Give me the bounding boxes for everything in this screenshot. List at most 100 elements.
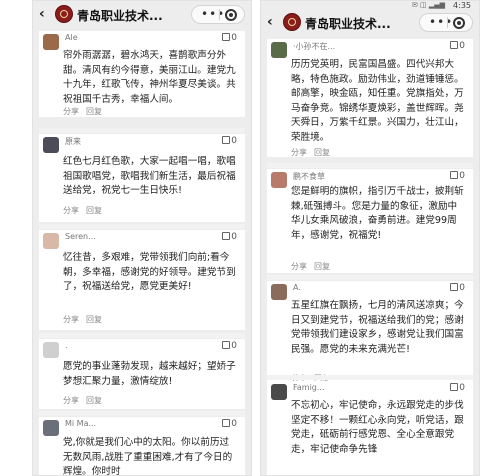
like-button[interactable]: 0 <box>222 33 237 43</box>
more-icon[interactable]: ••• <box>429 15 453 29</box>
reply-link[interactable]: 回复 <box>86 396 102 405</box>
share-link[interactable]: 分享 <box>63 315 79 324</box>
status-icons: ✉ ◫ ▂▄▆ <box>411 1 445 9</box>
share-link[interactable]: 分享 <box>291 148 307 157</box>
comment-card: A. 0 五星红旗在飘扬，七月的清风送凉爽；今日又到建党节，祝福送给我们的党；感… <box>267 281 473 385</box>
comment-actions: 分享回复 <box>63 314 109 325</box>
back-icon[interactable]: ‹ <box>267 14 273 30</box>
reply-link[interactable]: 回复 <box>86 107 102 116</box>
avatar[interactable] <box>43 34 59 50</box>
thumb-up-icon <box>450 41 459 49</box>
avatar[interactable] <box>271 42 287 58</box>
share-link[interactable]: 分享 <box>63 206 79 215</box>
comment-card: ·小孙不在... 0 历历党英明，民富国昌盛。四代兴邦大略，特色施政。励劲伟业，… <box>267 39 473 157</box>
avatar[interactable] <box>43 420 59 436</box>
comment-card: Ale 0 帘外雨潺潺，碧水鸿天，喜鹊歌声分外甜。清风有约今得意，美丽江山。建党… <box>39 31 245 117</box>
like-button[interactable]: 0 <box>222 232 237 242</box>
username[interactable]: Mi Ma... <box>65 419 96 428</box>
like-count: 0 <box>459 283 465 293</box>
avatar[interactable] <box>271 384 287 400</box>
share-link[interactable]: 分享 <box>63 107 79 116</box>
comment-text: 帘外雨潺潺，碧水鸿天，喜鹊歌声分外甜。清风有约今得意，美丽江山。建党九十九年，红… <box>63 50 236 105</box>
share-link[interactable]: 分享 <box>291 262 307 271</box>
avatar[interactable] <box>271 172 287 188</box>
like-button[interactable]: 0 <box>222 419 237 429</box>
comment-card: Famig... 0 不忘初心，牢记使命，永远跟党走的步伐坚定不移！一颗红心永向… <box>267 381 473 475</box>
top-bar: ‹ 青岛职业技术... ••• <box>261 9 479 37</box>
divider <box>39 333 245 338</box>
avatar[interactable] <box>43 342 59 358</box>
thumb-up-icon <box>450 171 459 179</box>
avatar[interactable] <box>43 137 59 153</box>
comment-actions: 分享回复 <box>63 106 109 117</box>
comment-actions: 分享回复 <box>291 147 337 158</box>
back-icon[interactable]: ‹ <box>39 6 45 22</box>
like-button[interactable]: 0 <box>222 341 237 351</box>
thumb-up-icon <box>222 232 231 240</box>
like-count: 0 <box>231 33 237 43</box>
like-button[interactable]: 0 <box>450 171 465 181</box>
thumb-up-icon <box>222 419 231 427</box>
left-phone-screen: ‹ 青岛职业技术... ••• Ale 0 帘外雨潺潺，碧水鸿天，喜鹊歌声分外甜… <box>32 0 252 476</box>
username[interactable]: ·小孙不在... <box>293 41 335 52</box>
thumb-up-icon <box>450 383 459 391</box>
like-count: 0 <box>231 341 237 351</box>
comment-card: Mi Ma... 0 党,你就是我们心中的太阳。你以前历过无数风雨,战胜了重重困… <box>39 417 245 476</box>
username[interactable]: Famig... <box>293 383 325 392</box>
comment-actions: 分享回复 <box>63 205 109 216</box>
comment-text: 五星红旗在飘扬，七月的清风送凉爽；今日又到建党节，祝福送给我们的党；感谢党带领我… <box>291 300 464 355</box>
comment-text: 不忘初心，牢记使命，永远跟党走的步伐坚定不移！一颗红心永向党，听党话，跟党走，砥… <box>291 400 464 455</box>
divider <box>39 224 245 229</box>
share-link[interactable]: 分享 <box>63 396 79 405</box>
divider <box>39 411 245 416</box>
username[interactable]: A. <box>293 283 301 292</box>
like-count: 0 <box>231 136 237 146</box>
reply-link[interactable]: 回复 <box>314 148 330 157</box>
capsule-divider <box>219 9 220 20</box>
menu-capsule[interactable]: ••• <box>419 13 473 32</box>
username[interactable]: Ale <box>65 33 78 42</box>
thumb-up-icon <box>450 283 459 291</box>
comment-text: 红色七月红色歌，大家一起唱一唱，歌唱祖国歌唱党，歌唱我们新生活，最后祝福送给党，… <box>63 156 236 196</box>
like-count: 0 <box>459 41 465 51</box>
divider <box>267 163 473 168</box>
comment-text: 忆往昔，多艰难，党带领我们向前;看今朝，多幸福，感谢党的好领导。建党节到了，祝福… <box>63 252 236 292</box>
comment-text: 愿党的事业蓬勃发现，越来越好；望娇子梦想汇聚力量，激情绽放! <box>63 361 236 387</box>
like-count: 0 <box>459 383 465 393</box>
comment-card: . 0 愿党的事业蓬勃发现，越来越好；望娇子梦想汇聚力量，激情绽放! 分享 回复 <box>39 339 245 409</box>
username[interactable]: 鹏不食草 <box>293 171 325 182</box>
avatar[interactable] <box>43 233 59 249</box>
page-title: 青岛职业技术... <box>305 17 391 31</box>
like-button[interactable]: 0 <box>450 283 465 293</box>
comment-card: 鹏不食草 0 您是鲜明的旗帜，指引万千战士，披荆斩棘,砥强搏斗。您是力量的象征，… <box>267 169 473 273</box>
username[interactable]: 原来 <box>65 136 81 147</box>
avatar[interactable] <box>271 284 287 300</box>
comment-text: 党,你就是我们心中的太阳。你以前历过无数风雨,战胜了重重困难,才有了今日的辉煌。… <box>63 437 233 476</box>
like-button[interactable]: 0 <box>450 41 465 51</box>
like-button[interactable]: 0 <box>450 383 465 393</box>
right-phone-screen: ✉ ◫ ▂▄▆ 4:35 ‹ 青岛职业技术... ••• ·小孙不在... 0 … <box>260 0 480 476</box>
capsule-divider <box>447 17 448 28</box>
comment-text: 您是鲜明的旗帜，指引万千战士，披荆斩棘,砥强搏斗。您是力量的象征，激励中华儿女乘… <box>291 186 464 241</box>
close-target-icon[interactable] <box>225 9 237 21</box>
comment-card: Seren... 0 忆往昔，多艰难，党带领我们向前;看今朝，多幸福，感谢党的好… <box>39 230 245 330</box>
page-title: 青岛职业技术... <box>77 9 163 23</box>
thumb-up-icon <box>222 136 231 144</box>
like-count: 0 <box>459 171 465 181</box>
close-target-icon[interactable] <box>453 17 465 29</box>
thumb-up-icon <box>222 341 231 349</box>
menu-capsule[interactable]: ••• <box>191 5 245 24</box>
username[interactable]: Seren... <box>65 232 96 241</box>
more-icon[interactable]: ••• <box>201 7 225 21</box>
divider <box>39 128 245 133</box>
comment-text: 历历党英明，民富国昌盛。四代兴邦大略，特色施政。励劲伟业，劲道锤锤惩。邮高擎，映… <box>291 59 464 143</box>
reply-link[interactable]: 回复 <box>314 262 330 271</box>
comment-actions: 分享回复 <box>291 261 337 272</box>
thumb-up-icon <box>222 33 231 41</box>
username[interactable]: . <box>65 341 68 350</box>
reply-link[interactable]: 回复 <box>86 206 102 215</box>
reply-link[interactable]: 回复 <box>86 315 102 324</box>
like-button[interactable]: 0 <box>222 136 237 146</box>
like-count: 0 <box>231 232 237 242</box>
like-count: 0 <box>231 419 237 429</box>
